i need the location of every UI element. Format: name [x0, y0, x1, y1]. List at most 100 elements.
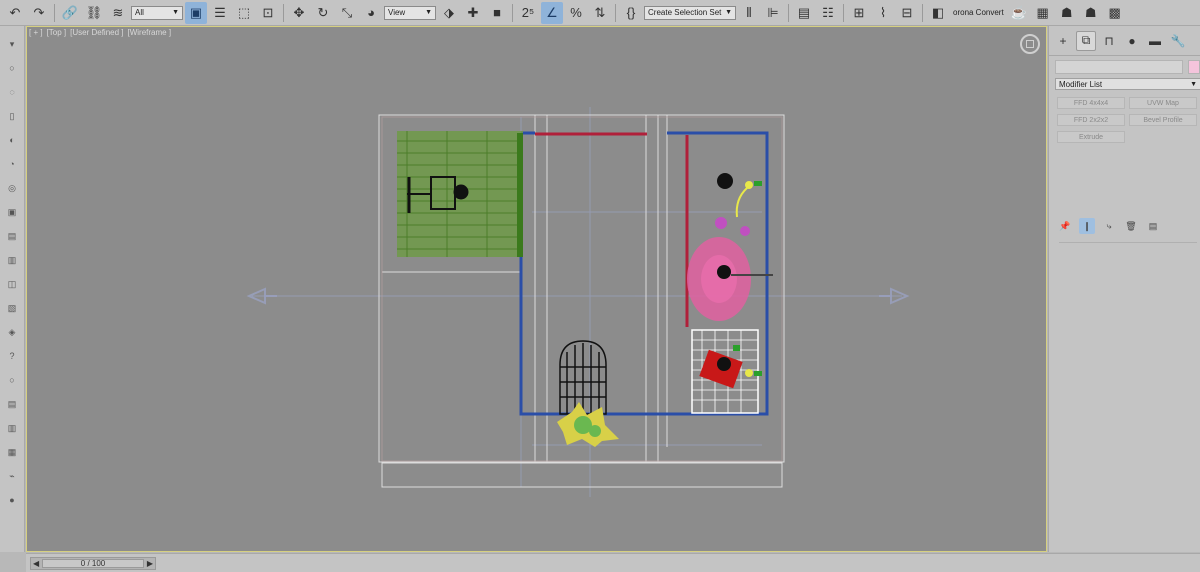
- viewport-style-menu[interactable]: [User Defined ]: [70, 28, 123, 37]
- mirror-icon[interactable]: ⫴: [738, 2, 760, 24]
- align-icon[interactable]: ⊫: [762, 2, 784, 24]
- angle-snap-icon[interactable]: ∠: [541, 1, 563, 24]
- left-tool-icon[interactable]: ▧: [5, 296, 19, 320]
- bind-space-warp-icon[interactable]: ≋: [107, 2, 129, 24]
- curve-editor-icon[interactable]: ⌇: [872, 2, 894, 24]
- modifier-button-bevel-profile[interactable]: Bevel Profile: [1129, 114, 1197, 126]
- viewport-plus-menu[interactable]: [ + ]: [29, 28, 43, 37]
- 3ds-max-window: ↶ ↷ 🔗 ⛓ ≋ All ▼ ▣ ☰ ⬚ ⊡ ✥ ↻ ⤡ ◕ View ▼ ⬗ ✚…: [0, 0, 1200, 572]
- chevron-left-icon[interactable]: ◀: [33, 559, 39, 568]
- place-icon[interactable]: ◕: [360, 2, 382, 24]
- link-icon[interactable]: 🔗: [59, 2, 81, 24]
- left-tool-icon[interactable]: ▥: [5, 248, 19, 272]
- scale-icon[interactable]: ⤡: [336, 2, 358, 24]
- layer-explorer-icon[interactable]: ☷: [817, 2, 839, 24]
- left-tool-icon[interactable]: ◔: [5, 152, 19, 176]
- modifier-list-dropdown[interactable]: Modifier List ▼: [1055, 78, 1200, 90]
- snaps-toggle-icon[interactable]: 2⁵: [517, 2, 539, 24]
- left-toolbar: ▾ ○ ◌ ▯ ◐ ◔ ◎ ▣ ▤ ▥ ◫ ▧ ◈ ? ○ ▤ ▥ ▦ ⌁ ●: [0, 26, 25, 552]
- redo-icon[interactable]: ↷: [28, 2, 50, 24]
- spinner-snap-icon[interactable]: ⇅: [589, 2, 611, 24]
- left-tool-icon[interactable]: ◈: [5, 320, 19, 344]
- command-panel-tabs: + ⧉ ⊓ ● ▬ 🔧: [1049, 26, 1200, 56]
- undo-icon[interactable]: ↶: [4, 2, 26, 24]
- configure-modifier-sets-icon[interactable]: ▤: [1145, 218, 1161, 234]
- left-tool-icon[interactable]: ●: [5, 488, 19, 512]
- left-tool-icon[interactable]: ◌: [5, 80, 19, 104]
- chevron-right-icon[interactable]: ▶: [147, 559, 153, 568]
- pivot-center-icon[interactable]: ⬗: [438, 2, 460, 24]
- toilet-model: [559, 340, 607, 415]
- toggle-ribbon-icon[interactable]: ⊞: [848, 2, 870, 24]
- make-unique-icon[interactable]: ⤷: [1101, 218, 1117, 234]
- modifier-button-ffd4[interactable]: FFD 4x4x4: [1057, 97, 1125, 109]
- keyboard-shortcut-override-icon[interactable]: ■: [486, 2, 508, 24]
- modifier-button-ffd2[interactable]: FFD 2x2x2: [1057, 114, 1125, 126]
- selection-filter-dropdown[interactable]: All ▼: [131, 5, 183, 20]
- bed-model: [397, 131, 523, 257]
- rendered-frame-window-icon[interactable]: ▦: [1032, 2, 1054, 24]
- edit-named-selection-icon[interactable]: {}: [620, 2, 642, 24]
- viewport-shading-menu[interactable]: [Wireframe ]: [128, 28, 172, 37]
- time-slider-handle[interactable]: 0 / 100: [42, 559, 144, 568]
- move-icon[interactable]: ✥: [288, 2, 310, 24]
- top-viewport[interactable]: [ + ] [Top ] [User Defined ] [Wireframe ]: [26, 26, 1047, 552]
- named-selection-set-dropdown[interactable]: Create Selection Set ▼: [644, 5, 736, 20]
- object-color-swatch[interactable]: [1188, 60, 1200, 74]
- select-object-icon[interactable]: ▣: [185, 1, 207, 24]
- render-in-cloud-icon[interactable]: ▩: [1104, 2, 1126, 24]
- left-tool-icon[interactable]: ◫: [5, 272, 19, 296]
- unlink-icon[interactable]: ⛓: [83, 2, 105, 24]
- render-setup-icon[interactable]: ☕: [1008, 2, 1030, 24]
- left-tool-icon[interactable]: ◎: [5, 176, 19, 200]
- show-end-result-icon[interactable]: ❙: [1079, 218, 1095, 234]
- percent-snap-icon[interactable]: %: [565, 2, 587, 24]
- left-tool-icon[interactable]: ○: [5, 368, 19, 392]
- viewport-label[interactable]: [ + ] [Top ] [User Defined ] [Wireframe ]: [29, 28, 175, 37]
- left-tool-icon[interactable]: ▦: [5, 440, 19, 464]
- left-tool-icon[interactable]: ?: [5, 344, 19, 368]
- select-by-name-icon[interactable]: ☰: [209, 2, 231, 24]
- select-manipulate-icon[interactable]: ✚: [462, 2, 484, 24]
- modifier-buttons: FFD 4x4x4 UVW Map FFD 2x2x2 Bevel Profil…: [1057, 97, 1200, 143]
- hierarchy-tab-icon[interactable]: ⊓: [1099, 31, 1119, 51]
- motion-tab-icon[interactable]: ●: [1122, 31, 1142, 51]
- left-tool-icon[interactable]: ▥: [5, 416, 19, 440]
- render-production-icon[interactable]: ☗: [1056, 2, 1078, 24]
- schematic-view-icon[interactable]: ⊟: [896, 2, 918, 24]
- viewcube-face: [1026, 40, 1034, 48]
- modifier-button-extrude[interactable]: Extrude: [1057, 131, 1125, 143]
- left-tool-icon[interactable]: ◐: [5, 128, 19, 152]
- modify-tab-icon[interactable]: ⧉: [1076, 30, 1096, 51]
- left-tool-icon[interactable]: ▤: [5, 392, 19, 416]
- left-tool-icon[interactable]: ▾: [5, 32, 19, 56]
- pin-stack-icon[interactable]: 📌: [1057, 218, 1073, 234]
- left-tool-icon[interactable]: ○: [5, 56, 19, 80]
- viewport-view-menu[interactable]: [Top ]: [47, 28, 67, 37]
- chevron-down-icon: ▼: [1190, 80, 1197, 88]
- scene-explorer-icon[interactable]: ▤: [793, 2, 815, 24]
- rotate-icon[interactable]: ↻: [312, 2, 334, 24]
- rectangular-selection-icon[interactable]: ⬚: [233, 2, 255, 24]
- object-name-field[interactable]: [1055, 60, 1183, 74]
- display-tab-icon[interactable]: ▬: [1145, 31, 1165, 51]
- left-tool-icon[interactable]: ▤: [5, 224, 19, 248]
- render-iterative-icon[interactable]: ☗: [1080, 2, 1102, 24]
- reference-coordinate-dropdown[interactable]: View ▼: [384, 5, 436, 20]
- object-name-row: [1049, 56, 1200, 78]
- window-crossing-icon[interactable]: ⊡: [257, 2, 279, 24]
- remove-modifier-icon[interactable]: 🗑: [1123, 218, 1139, 234]
- material-editor-icon[interactable]: ◧: [927, 2, 949, 24]
- rear-fixture: [715, 173, 762, 236]
- utilities-tab-icon[interactable]: 🔧: [1168, 31, 1188, 51]
- left-tool-icon[interactable]: ▣: [5, 200, 19, 224]
- create-tab-icon[interactable]: +: [1053, 31, 1073, 51]
- viewcube-icon[interactable]: [1020, 34, 1040, 54]
- left-tool-icon[interactable]: ⌁: [5, 464, 19, 488]
- modifier-button-uvw-map[interactable]: UVW Map: [1129, 97, 1197, 109]
- corona-converter-label[interactable]: orona Convert: [951, 8, 1006, 17]
- time-slider[interactable]: ◀ 0 / 100 ▶: [30, 557, 156, 570]
- shower-fixture: [691, 329, 762, 414]
- toolbar-divider: [922, 3, 923, 22]
- left-tool-icon[interactable]: ▯: [5, 104, 19, 128]
